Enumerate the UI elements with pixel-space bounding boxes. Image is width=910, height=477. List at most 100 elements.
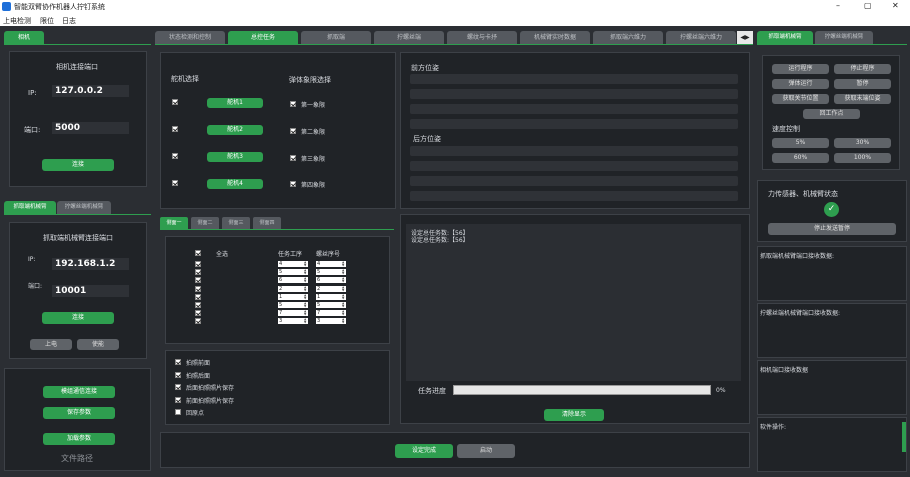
task-step-spinbox[interactable]: 3 bbox=[278, 318, 308, 325]
task-step-spinbox[interactable]: 5 bbox=[278, 269, 308, 276]
speed-5-button[interactable]: 5% bbox=[772, 138, 829, 148]
task-row-checkbox[interactable] bbox=[195, 302, 201, 308]
tab-thread-card[interactable]: 螺纹与卡抒 bbox=[447, 31, 517, 44]
ip-input[interactable]: 127.0.0.2 bbox=[52, 85, 129, 97]
quadrant-2-checkbox[interactable] bbox=[290, 128, 296, 134]
rudder-4-checkbox[interactable] bbox=[172, 180, 178, 186]
tab-grab-force[interactable]: 抓取端六维力 bbox=[593, 31, 663, 44]
save-params-button[interactable]: 保存参数 bbox=[43, 407, 115, 419]
clear-display-button[interactable]: 清除显示 bbox=[544, 409, 604, 421]
option-label: 后面拍照照片保存 bbox=[186, 385, 235, 392]
rear-pose-row-3 bbox=[410, 176, 738, 186]
arm-tab-underline bbox=[4, 214, 151, 215]
start-button[interactable]: 启动 bbox=[457, 444, 515, 458]
task-row-checkbox[interactable] bbox=[195, 318, 201, 325]
task-row-checkbox[interactable] bbox=[195, 310, 201, 317]
enable-button[interactable]: 使能 bbox=[77, 339, 119, 350]
body-run-button[interactable]: 弹体运行 bbox=[772, 79, 829, 89]
arm-ip-input[interactable]: 192.168.1.2 bbox=[52, 258, 129, 270]
get-end-pose-button[interactable]: 获取末端位姿 bbox=[834, 94, 891, 104]
tab-screw-force[interactable]: 拧螺丝端六维力 bbox=[666, 31, 736, 44]
get-joint-position-button[interactable]: 获取关节位置 bbox=[772, 94, 829, 104]
tab-grab-end[interactable]: 抓取端 bbox=[301, 31, 371, 44]
return-origin-button[interactable]: 回工作点 bbox=[803, 109, 860, 119]
quadrant-4-checkbox[interactable] bbox=[290, 181, 296, 187]
arm-connect-button[interactable]: 连接 bbox=[42, 312, 114, 324]
screw-index-spinbox[interactable]: 7 bbox=[316, 310, 346, 317]
option-checkbox[interactable] bbox=[175, 396, 181, 403]
task-row-checkbox[interactable] bbox=[195, 269, 201, 276]
speed-30-button[interactable]: 30% bbox=[834, 138, 891, 148]
task-step-spinbox[interactable]: 1 bbox=[278, 293, 308, 300]
screw-index-spinbox[interactable]: 5 bbox=[316, 269, 346, 276]
screw-index-spinbox[interactable]: 1 bbox=[316, 293, 346, 300]
screw-index-spinbox[interactable]: 3 bbox=[316, 318, 346, 325]
progress-label: 任务进度 bbox=[418, 387, 446, 395]
rear-pose-row-1 bbox=[410, 146, 738, 156]
restore-button[interactable]: ▢ bbox=[864, 1, 872, 10]
scroll-indicator[interactable] bbox=[902, 422, 906, 452]
run-program-button[interactable]: 运行程序 bbox=[772, 64, 829, 74]
tab-grab-arm[interactable]: 抓取端机械臂 bbox=[4, 201, 56, 214]
camera-connect-button[interactable]: 连接 bbox=[42, 159, 114, 171]
module-connect-button[interactable]: 模组通信连接 bbox=[43, 386, 115, 398]
quadrant-1-checkbox[interactable] bbox=[290, 101, 296, 107]
task-row-checkbox[interactable] bbox=[195, 261, 201, 267]
face-tab-2[interactable]: 侧面二 bbox=[191, 217, 219, 229]
option-checkbox[interactable] bbox=[175, 409, 181, 415]
stop-program-button[interactable]: 停止程序 bbox=[834, 64, 891, 74]
speed-100-button[interactable]: 100% bbox=[834, 153, 891, 163]
arm-port-input[interactable]: 10001 bbox=[52, 285, 129, 297]
task-row-checkbox[interactable] bbox=[195, 285, 201, 292]
rear-pose-row-2 bbox=[410, 161, 738, 171]
task-step-spinbox[interactable]: 2 bbox=[278, 285, 308, 292]
menu-log[interactable]: 日志 bbox=[62, 16, 76, 26]
task-step-spinbox[interactable]: 4 bbox=[278, 261, 308, 267]
load-params-button[interactable]: 加载参数 bbox=[43, 433, 115, 445]
tab-screw-arm[interactable]: 拧螺丝端机械臂 bbox=[57, 201, 111, 214]
task-row-checkbox[interactable] bbox=[195, 277, 201, 284]
tab-camera-label: 相机 bbox=[17, 34, 30, 41]
tab-arm-realtime[interactable]: 机械臂实时数据 bbox=[520, 31, 590, 44]
tab-status-control[interactable]: 状态检测和控制 bbox=[155, 31, 225, 44]
confirm-setting-button[interactable]: 设定完成 bbox=[395, 444, 453, 458]
task-step-spinbox[interactable]: 6 bbox=[278, 277, 308, 284]
rudder-4-button[interactable]: 舵机4 bbox=[207, 179, 263, 189]
tab-camera[interactable]: 相机 bbox=[4, 31, 44, 44]
option-checkbox[interactable] bbox=[175, 384, 181, 390]
option-checkbox[interactable] bbox=[175, 359, 181, 365]
menu-limit[interactable]: 限位 bbox=[40, 16, 54, 26]
rudder-1-button[interactable]: 舵机1 bbox=[207, 98, 263, 108]
tab-master-task[interactable]: 总控任务 bbox=[228, 31, 298, 44]
screw-index-spinbox[interactable]: 6 bbox=[316, 277, 346, 284]
close-button[interactable]: ✕ bbox=[892, 1, 899, 10]
speed-60-button[interactable]: 60% bbox=[772, 153, 829, 163]
tab-scroll-arrows[interactable]: ◀▶ bbox=[737, 31, 753, 44]
task-step-spinbox[interactable]: 7 bbox=[278, 310, 308, 317]
select-all-checkbox[interactable] bbox=[195, 250, 201, 256]
task-row-checkbox[interactable] bbox=[195, 293, 201, 300]
face-tab-3[interactable]: 侧面三 bbox=[222, 217, 250, 229]
screw-index-spinbox[interactable]: 4 bbox=[316, 261, 346, 267]
rudder-3-checkbox[interactable] bbox=[172, 153, 178, 159]
rudder-2-button[interactable]: 舵机2 bbox=[207, 125, 263, 135]
right-tab-grab-arm[interactable]: 抓取端机械臂 bbox=[757, 31, 813, 44]
face-tab-1[interactable]: 侧面一 bbox=[160, 217, 188, 229]
screw-index-spinbox[interactable]: 2 bbox=[316, 285, 346, 292]
quadrant-3-checkbox[interactable] bbox=[290, 155, 296, 161]
task-step-spinbox[interactable]: 5 bbox=[278, 302, 308, 308]
rudder-1-checkbox[interactable] bbox=[172, 99, 178, 105]
rudder-2-checkbox[interactable] bbox=[172, 126, 178, 132]
power-on-button[interactable]: 上电 bbox=[30, 339, 72, 350]
tab-screw-end[interactable]: 拧螺丝端 bbox=[374, 31, 444, 44]
face-tab-4[interactable]: 侧面四 bbox=[253, 217, 281, 229]
port-input[interactable]: 5000 bbox=[52, 122, 129, 134]
screw-index-spinbox[interactable]: 5 bbox=[316, 302, 346, 308]
right-tab-screw-arm[interactable]: 拧螺丝端机械臂 bbox=[815, 31, 873, 44]
minimize-button[interactable]: – bbox=[836, 1, 840, 10]
stop-pause-button[interactable]: 停止发送暂停 bbox=[768, 223, 896, 235]
pause-button[interactable]: 暂停 bbox=[834, 79, 891, 89]
menu-power-check[interactable]: 上电检测 bbox=[3, 16, 31, 26]
rudder-3-button[interactable]: 舵机3 bbox=[207, 152, 263, 162]
option-checkbox[interactable] bbox=[175, 371, 181, 378]
